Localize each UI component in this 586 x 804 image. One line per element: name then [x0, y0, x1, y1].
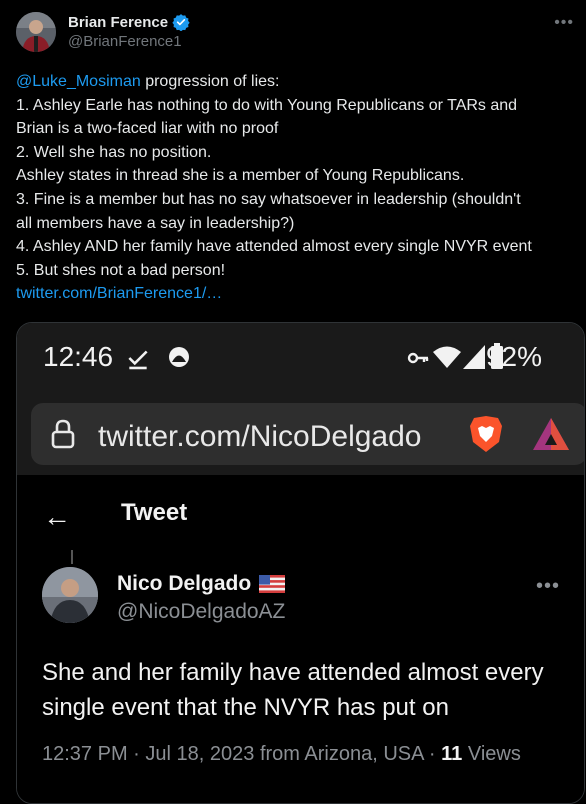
page-title: Tweet: [121, 499, 188, 526]
inner-tweet-line: single event that the NVYR has put on: [42, 694, 449, 721]
tweet-text: @Luke_Mosiman progression of lies: 1. As…: [16, 70, 576, 306]
attached-screenshot[interactable]: 12:46 92% twitter.com/NicoDelgado ← Twee…: [16, 322, 585, 804]
status-bar: 12:46 92%: [17, 323, 584, 395]
tweet-line: 5. But shes not a bad person!: [16, 261, 226, 279]
meta-separator: ·: [133, 743, 146, 765]
wifi-icon: [433, 346, 461, 368]
mention-link[interactable]: @Luke_Mosiman: [16, 73, 141, 90]
phone-screenshot: 12:46 92% twitter.com/NicoDelgado ← Twee…: [17, 323, 584, 803]
inner-tweet-line: She and her family have attended almost …: [42, 659, 544, 686]
inner-author-name[interactable]: Nico Delgado: [117, 572, 251, 596]
tweet-line: 4. Ashley AND her family have attended a…: [16, 238, 532, 256]
cellular-signal-icon: [463, 345, 485, 369]
meta-separator: ·: [428, 743, 442, 765]
tweet-line: progression of lies:: [140, 73, 280, 90]
author-name[interactable]: Brian Ference: [68, 14, 168, 31]
tweet-line: Brian is a two-faced liar with no proof: [16, 120, 279, 138]
tweet-line: 1. Ashley Earle has nothing to do with Y…: [16, 96, 518, 114]
author-handle[interactable]: @BrianFerence1: [68, 33, 182, 50]
inner-tweet-location: from Arizona, USA: [259, 743, 424, 765]
inner-tweet-date[interactable]: Jul 18, 2023: [145, 743, 254, 765]
browser-toolbar: twitter.com/NicoDelgado: [17, 395, 584, 475]
verified-badge-icon: [172, 14, 190, 31]
url-text[interactable]: twitter.com/NicoDelgado: [98, 420, 421, 454]
tweet-page: ← Tweet Nico Delgado @NicoDelgadoAZ ••• …: [17, 475, 584, 803]
tweet-line: 2. Well she has no position.: [16, 143, 212, 161]
inner-tweet-meta: 12:37 PM · Jul 18, 2023 from Arizona, US…: [42, 743, 521, 766]
tweet-line: 3. Fine is a member but has no say whats…: [16, 190, 521, 208]
avatar-photo-icon: [16, 12, 56, 52]
thread-connector: [71, 550, 73, 564]
more-options-icon[interactable]: •••: [554, 14, 574, 32]
inner-tweet-time[interactable]: 12:37 PM: [42, 743, 128, 765]
inner-avatar-photo-icon: [42, 567, 98, 623]
avatar[interactable]: [16, 12, 56, 52]
lock-icon[interactable]: [51, 419, 75, 449]
status-time: 12:46: [43, 341, 114, 372]
battery-percentage: 92%: [485, 341, 542, 372]
brave-rewards-icon[interactable]: [531, 416, 571, 452]
brave-shields-icon[interactable]: [468, 414, 504, 454]
app-notification-icon: [169, 347, 189, 367]
inner-avatar[interactable]: [42, 567, 98, 623]
tweet-link[interactable]: twitter.com/BrianFerence1/…: [16, 285, 222, 302]
back-arrow-icon[interactable]: ←: [43, 501, 71, 533]
us-flag-icon: [259, 575, 286, 593]
inner-more-options-icon[interactable]: •••: [536, 575, 560, 598]
tweet-header: Brian Ference @BrianFerence1 •••: [16, 12, 574, 56]
vpn-key-icon: [407, 352, 429, 364]
inner-author-handle[interactable]: @NicoDelgadoAZ: [117, 600, 285, 624]
address-bar[interactable]: twitter.com/NicoDelgado: [31, 403, 584, 465]
views-label: Views: [467, 743, 521, 765]
download-done-icon: [128, 350, 148, 370]
inner-tweet-text: She and her family have attended almost …: [42, 655, 572, 725]
views-count: 11: [441, 743, 463, 765]
tweet-line: Ashley states in thread she is a member …: [16, 167, 465, 185]
tweet-line: all members have a say in leadership?): [16, 214, 295, 232]
